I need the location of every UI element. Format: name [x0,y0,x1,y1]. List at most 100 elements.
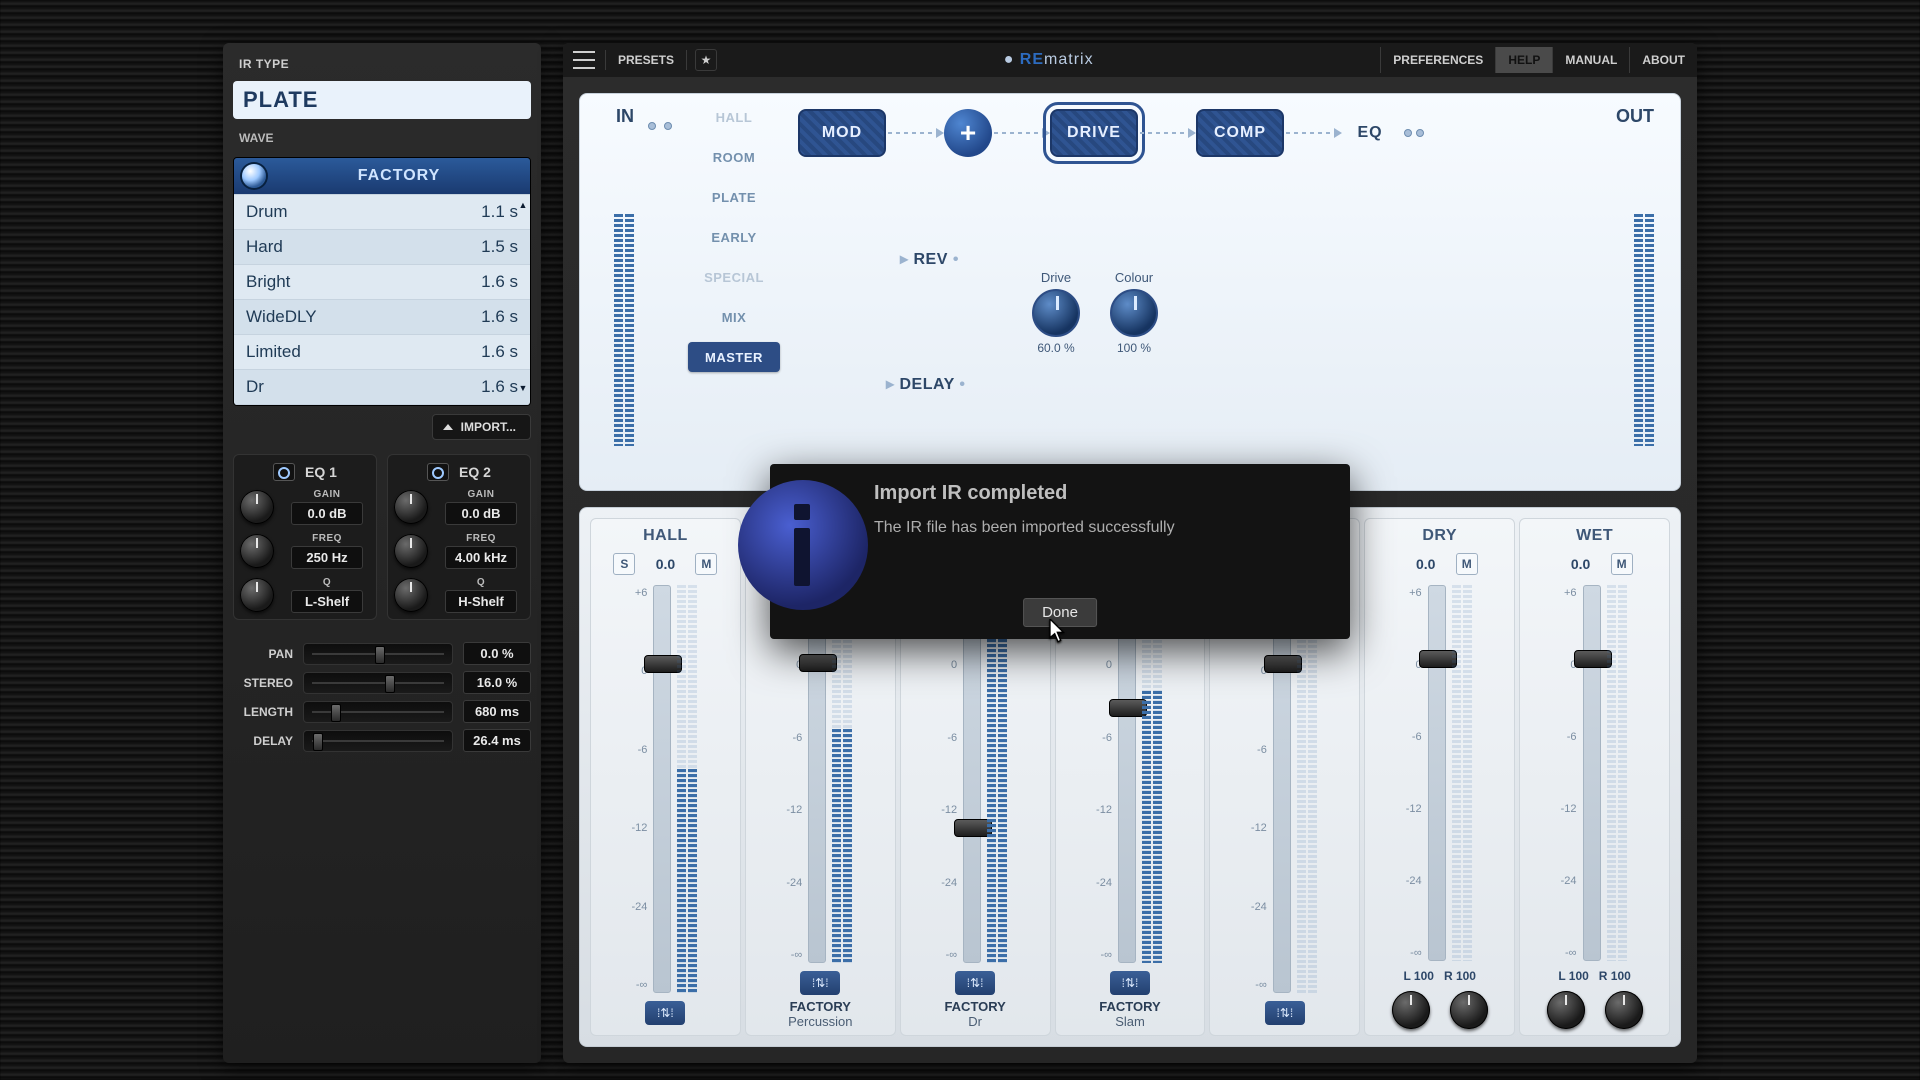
preferences-button[interactable]: PREFERENCES [1380,47,1495,73]
about-button[interactable]: ABOUT [1629,47,1697,73]
orb-icon [242,164,266,188]
slot-hall[interactable]: HALL [688,102,780,132]
channel-value[interactable]: 0.0 [1557,556,1605,572]
h-slider: STEREO16.0 % [233,671,531,694]
fader-track[interactable] [1273,585,1291,993]
drive-colour-knob[interactable] [1110,289,1158,337]
slot-room[interactable]: ROOM [688,142,780,172]
list-item[interactable]: Hard1.5 s [234,229,530,264]
slider-track[interactable] [303,643,453,665]
import-button[interactable]: IMPORT... [432,414,531,440]
add-module-button[interactable]: + [944,109,992,157]
power-icon[interactable] [427,463,449,481]
wave-label: WAVE [233,127,531,149]
fader-track[interactable] [963,585,981,963]
slot-plate[interactable]: PLATE [688,182,780,212]
solo-button[interactable]: S [613,553,635,575]
slot-selector: HALL ROOM PLATE EARLY SPECIAL MIX MASTER [688,102,780,372]
fader-track[interactable] [1428,585,1446,961]
mixer-channel: DRY0.0M+60-6-12-24-∞L 100R 100 [1364,518,1515,1036]
left-panel: IR TYPE PLATE WAVE FACTORY Drum1.1 sHard… [223,43,541,1063]
fader-track[interactable] [808,585,826,963]
channel-edit-button[interactable]: ⁞⇅⁞ [1110,971,1150,995]
eq-module[interactable]: EQ [1342,109,1398,157]
ir-type-value[interactable]: PLATE [233,81,531,119]
channel-value[interactable]: 0.0 [641,556,689,572]
fader-track[interactable] [1118,585,1136,963]
dialog-title: Import IR completed [874,482,1332,505]
power-icon[interactable] [273,463,295,481]
gain-knob[interactable] [240,490,274,524]
slider-value[interactable]: 26.4 ms [463,729,531,752]
manual-button[interactable]: MANUAL [1552,47,1629,73]
slot-special[interactable]: SPECIAL [688,262,780,292]
gain-value[interactable]: 0.0 dB [445,502,517,525]
slider-value[interactable]: 0.0 % [463,642,531,665]
slider-value[interactable]: 680 ms [463,700,531,723]
slider-value[interactable]: 16.0 % [463,671,531,694]
list-item[interactable]: Drum1.1 s [234,194,530,229]
bank-name: FACTORY [358,167,441,185]
list-item[interactable]: Bright1.6 s [234,264,530,299]
channel-value[interactable]: 0.0 [1402,556,1450,572]
slot-mix[interactable]: MIX [688,302,780,332]
vu-meter [1297,585,1319,993]
channel-edit-button[interactable]: ⁞⇅⁞ [1265,1001,1305,1025]
app-logo: ● REmatrix [717,51,1380,69]
right-knob[interactable] [1450,991,1488,1029]
help-button[interactable]: HELP [1495,47,1552,73]
ir-list[interactable]: FACTORY Drum1.1 sHard1.5 sBright1.6 sWid… [233,157,531,406]
list-item[interactable]: Dr1.6 s [234,369,530,405]
done-button[interactable]: Done [1023,598,1097,627]
left-knob[interactable] [1392,991,1430,1029]
vu-meter [832,585,854,963]
drive-amount-value: 60.0 % [1037,341,1074,355]
slot-master[interactable]: MASTER [688,342,780,372]
mute-button[interactable]: M [695,553,717,575]
slider-track[interactable] [303,672,453,694]
slider-track[interactable] [303,730,453,752]
slider-track[interactable] [303,701,453,723]
info-dialog: Import IR completed The IR file has been… [770,464,1350,639]
gain-knob[interactable] [394,490,428,524]
q-knob[interactable] [240,578,274,612]
ir-list-header[interactable]: FACTORY [234,158,530,194]
vu-meter [1452,585,1474,961]
menu-icon[interactable] [573,51,595,69]
drive-amount-knob[interactable] [1032,289,1080,337]
eq-column: EQ 1GAIN0.0 dBFREQ250 HzQL-Shelf [233,454,377,620]
in-label: IN [616,106,634,127]
freq-knob[interactable] [394,534,428,568]
q-value[interactable]: L-Shelf [291,590,363,613]
mod-module[interactable]: MOD [798,109,886,157]
left-knob[interactable] [1547,991,1585,1029]
eq-column: EQ 2GAIN0.0 dBFREQ4.00 kHzQH-Shelf [387,454,531,620]
list-item[interactable]: WideDLY1.6 s [234,299,530,334]
freq-value[interactable]: 250 Hz [291,546,363,569]
channel-edit-button[interactable]: ⁞⇅⁞ [955,971,995,995]
fader-track[interactable] [1583,585,1601,961]
favorite-icon[interactable]: ★ [695,49,717,71]
vu-meter [987,585,1009,963]
dialog-message: The IR file has been imported successful… [874,519,1332,537]
gain-value[interactable]: 0.0 dB [291,502,363,525]
mixer-channel: WET0.0M+60-6-12-24-∞L 100R 100 [1519,518,1670,1036]
freq-value[interactable]: 4.00 kHz [445,546,517,569]
mute-button[interactable]: M [1611,553,1633,575]
mute-button[interactable]: M [1456,553,1478,575]
q-knob[interactable] [394,578,428,612]
scroll-cue[interactable]: ▲▼ [518,200,528,393]
q-value[interactable]: H-Shelf [445,590,517,613]
fader-track[interactable] [653,585,671,993]
connector-dot [664,122,672,130]
right-knob[interactable] [1605,991,1643,1029]
channel-edit-button[interactable]: ⁞⇅⁞ [800,971,840,995]
comp-module[interactable]: COMP [1196,109,1284,157]
drive-module[interactable]: DRIVE [1050,109,1138,157]
topbar: PRESETS ★ ● REmatrix PREFERENCES HELP MA… [563,43,1697,77]
channel-edit-button[interactable]: ⁞⇅⁞ [645,1001,685,1025]
slot-early[interactable]: EARLY [688,222,780,252]
freq-knob[interactable] [240,534,274,568]
presets-button[interactable]: PRESETS [606,47,686,73]
list-item[interactable]: Limited1.6 s [234,334,530,369]
